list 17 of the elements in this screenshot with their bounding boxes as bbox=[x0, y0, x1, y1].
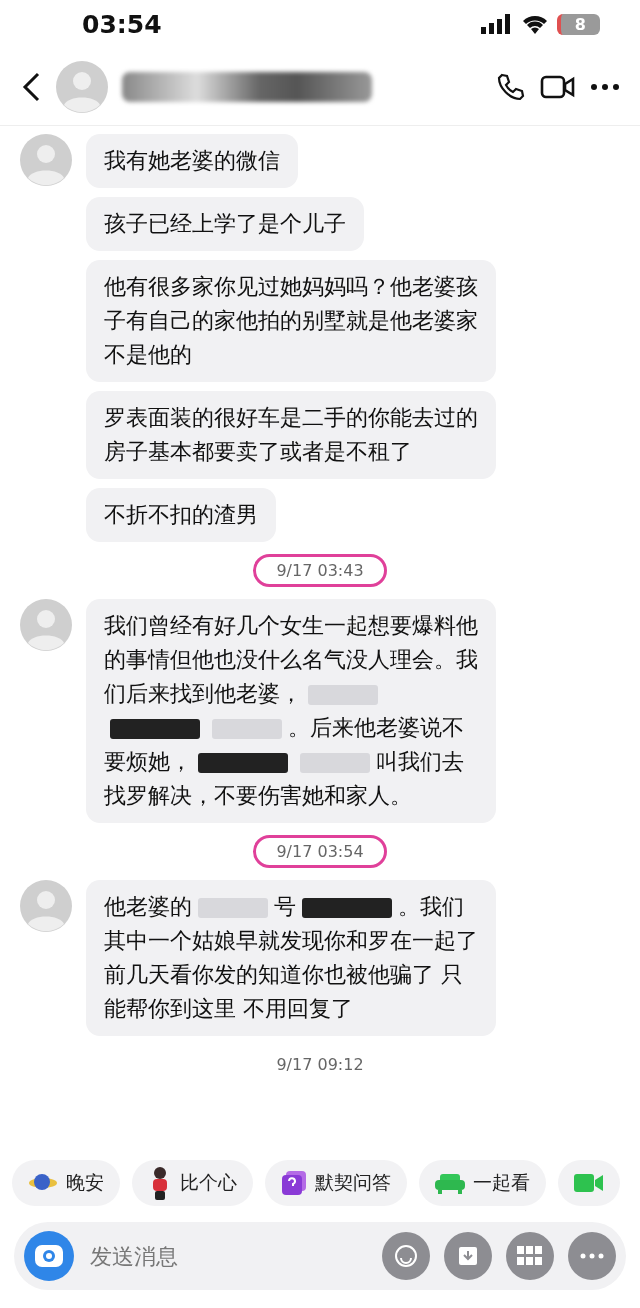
message-bubble: 孩子已经上学了是个儿子 bbox=[86, 197, 364, 251]
battery-level: 8 bbox=[556, 13, 600, 35]
timestamp: 9/17 03:54 bbox=[253, 835, 387, 868]
message-bubble: 我们曾经有好几个女生一起想要爆料他的事情但他也没什么名气没人理会。我们后来找到他老婆， 。后来他老婆说不要烦她， 叫我们去找罗解决，不要伤害她和家人。 bbox=[86, 599, 496, 823]
quick-action-chip[interactable]: 一起看 bbox=[419, 1160, 546, 1206]
quick-action-chip[interactable]: 比个心 bbox=[132, 1160, 253, 1206]
status-time: 03:54 bbox=[82, 9, 162, 39]
message-bubble: 不折不扣的渣男 bbox=[86, 488, 276, 542]
quick-action-chip[interactable]: 默契问答 bbox=[265, 1160, 407, 1206]
message-bubble: 他有很多家你见过她妈妈吗？他老婆孩子有自己的家他拍的别墅就是他老婆家不是他的 bbox=[86, 260, 496, 382]
quick-action-chip[interactable]: 晚安 bbox=[12, 1160, 120, 1206]
message-input[interactable]: 发送消息 bbox=[88, 1242, 368, 1270]
message-bubble: 罗表面装的很好车是二手的你能去过的房子基本都要卖了或者是不租了 bbox=[86, 391, 496, 479]
message-bubble: 我有她老婆的微信 bbox=[86, 134, 298, 188]
timestamp: 9/17 03:43 bbox=[253, 554, 387, 587]
timestamp: 9/17 09:12 bbox=[275, 1054, 365, 1076]
message-bubble: 他老婆的 号 。我们其中一个姑娘早就发现你和罗在一起了前几天看你发的知道你也被他骗了 只能帮你到这里 不用回复了 bbox=[86, 880, 496, 1036]
